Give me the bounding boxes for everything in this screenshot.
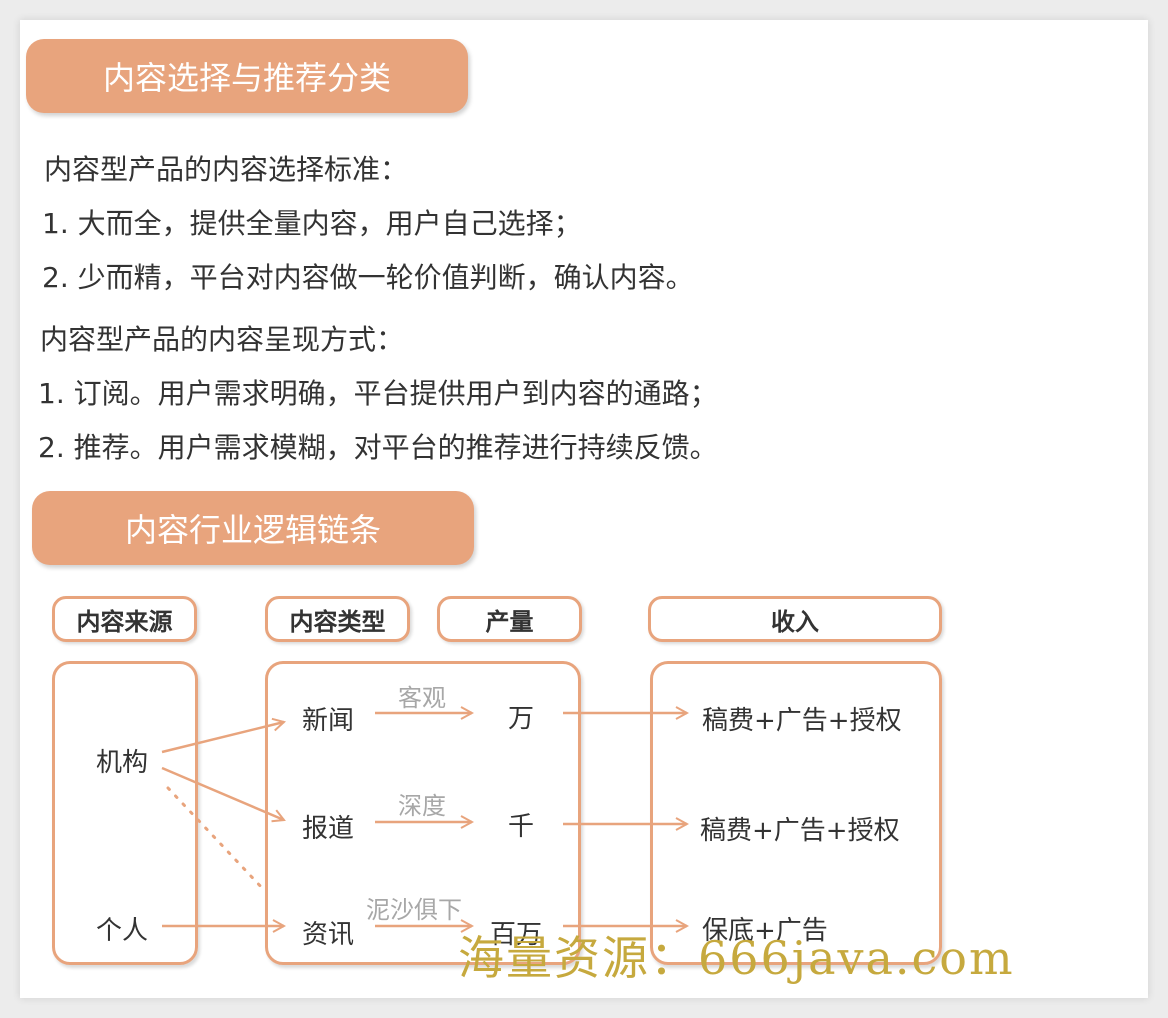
arrow-org-to-report [161,766,284,820]
output-wan-node: 万 [508,704,535,734]
type-news-node: 新闻 [302,706,355,736]
type-info-node: 资讯 [302,920,355,950]
income-node-2: 稿费+广告+授权 [700,816,900,846]
arrow-org-to-news [161,722,284,754]
source-org-node: 机构 [96,748,149,778]
edge-label-mixed: 泥沙俱下 [366,896,462,924]
source-person-node: 个人 [96,916,149,946]
edge-label-depth: 深度 [398,792,446,820]
output-qian-node: 千 [508,812,535,842]
diagram-arrows [161,0,1168,1018]
income-node-1: 稿费+广告+授权 [702,706,902,736]
edge-label-objective: 客观 [398,684,446,712]
watermark: 海量资源：666java.com [458,931,1015,985]
type-report-node: 报道 [302,814,355,844]
arrow-org-to-info-dotted [166,786,266,892]
